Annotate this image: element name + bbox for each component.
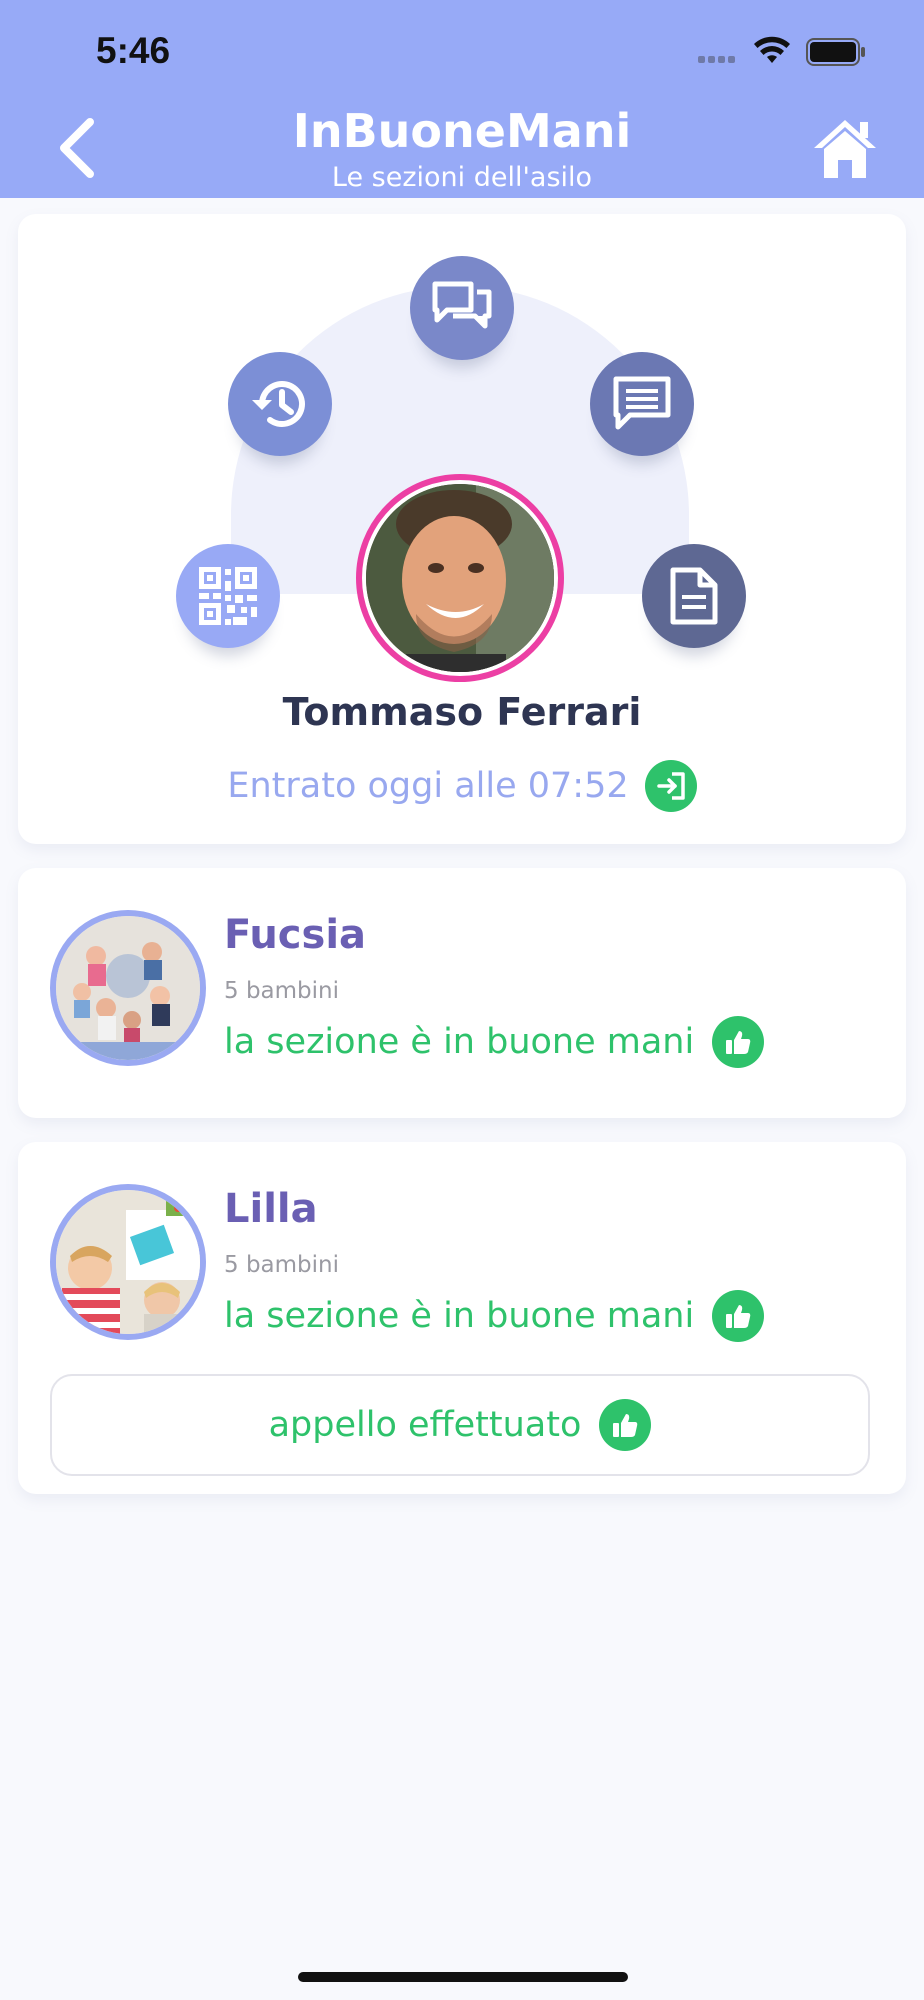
entry-status: Entrato oggi alle 07:52	[18, 760, 906, 812]
children-count: 5 bambini	[224, 1252, 339, 1278]
message-icon	[613, 376, 671, 430]
appello-label: appello effettuato	[268, 1405, 582, 1445]
section-photo	[50, 910, 206, 1066]
chat-button[interactable]	[410, 256, 514, 360]
section-card-lilla[interactable]: Lilla 5 bambini la sezione è in buone ma…	[18, 1142, 906, 1494]
qr-code-icon	[199, 567, 257, 625]
section-card-fucsia[interactable]: Fucsia 5 bambini la sezione è in buone m…	[18, 868, 906, 1118]
app-subtitle: Le sezioni dell'asilo	[331, 162, 593, 193]
section-photo	[50, 1184, 206, 1340]
thumbs-up-icon	[726, 1031, 751, 1054]
sign-in-icon	[656, 772, 685, 800]
wifi-icon	[754, 36, 790, 63]
status-badge	[712, 1016, 765, 1068]
status-time: 5:46	[96, 30, 171, 71]
children-count: 5 bambini	[224, 978, 339, 1004]
home-icon	[814, 120, 876, 178]
thumbs-up-icon	[613, 1414, 638, 1437]
sign-in-button[interactable]	[644, 760, 697, 812]
appello-badge	[599, 1399, 652, 1451]
section-status: la sezione è in buone mani	[224, 1016, 765, 1068]
entry-time-text: Entrato oggi alle 07:52	[227, 766, 629, 806]
history-button[interactable]	[228, 352, 332, 456]
profile-avatar[interactable]	[356, 474, 564, 682]
qr-code-button[interactable]	[176, 544, 280, 648]
document-button[interactable]	[642, 544, 746, 648]
section-status-text: la sezione è in buone mani	[224, 1022, 695, 1062]
section-name: Lilla	[224, 1186, 318, 1232]
profile-photo	[366, 484, 554, 672]
home-indicator[interactable]	[298, 1972, 628, 1982]
section-status: la sezione è in buone mani	[224, 1290, 765, 1342]
battery-icon	[806, 38, 865, 66]
document-icon	[670, 567, 718, 625]
app-header: 5:46 InBuoneMani Le sezioni dell'asilo	[0, 0, 924, 198]
profile-card: Tommaso Ferrari Entrato oggi alle 07:52	[18, 214, 906, 844]
message-button[interactable]	[590, 352, 694, 456]
thumbs-up-icon	[726, 1305, 751, 1328]
section-name: Fucsia	[224, 912, 367, 958]
section-status-text: la sezione è in buone mani	[224, 1296, 695, 1336]
chat-icon	[432, 281, 492, 329]
appello-button[interactable]: appello effettuato	[50, 1374, 870, 1476]
status-badge	[712, 1290, 765, 1342]
home-button[interactable]	[812, 116, 878, 180]
person-name: Tommaso Ferrari	[282, 690, 642, 734]
app-title: InBuoneMani	[292, 104, 632, 158]
history-icon	[252, 381, 305, 427]
